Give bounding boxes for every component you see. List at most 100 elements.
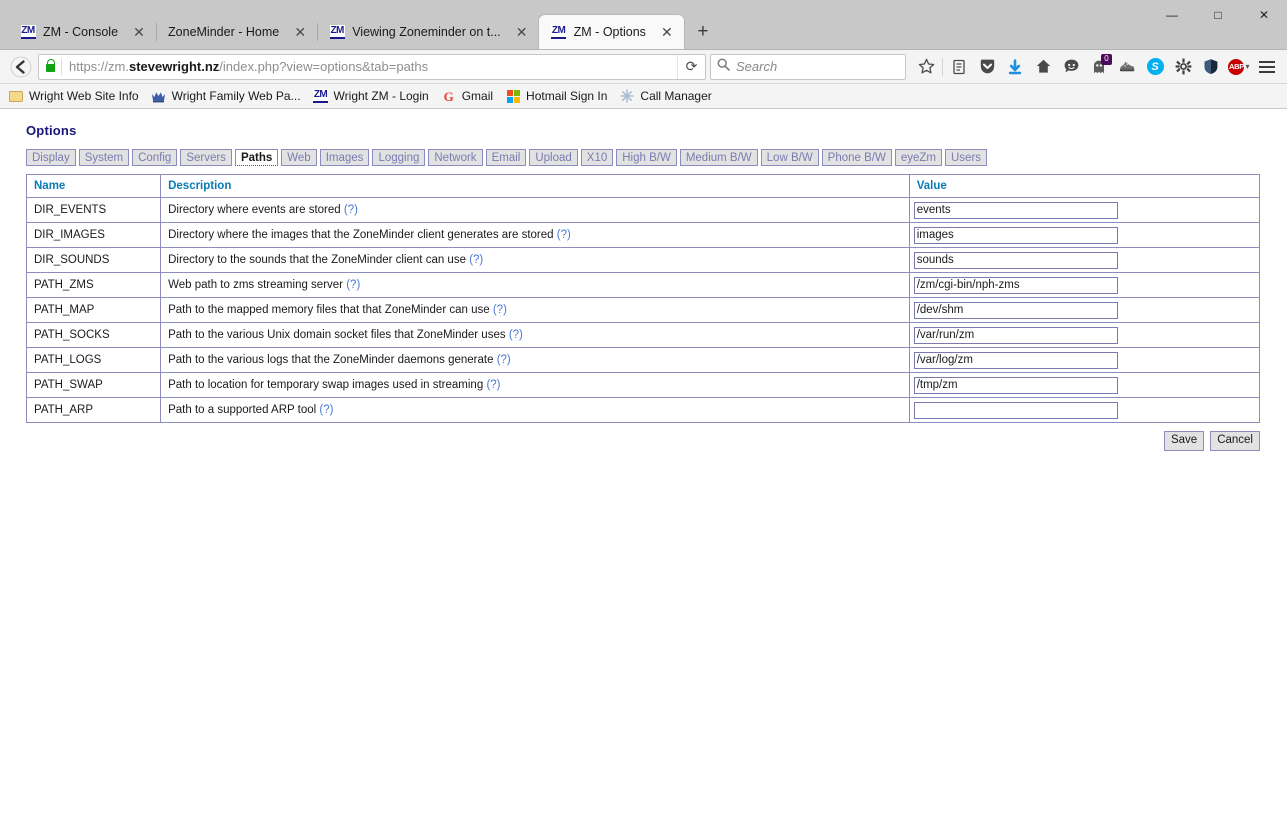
- tab-low-bw[interactable]: Low B/W: [760, 149, 819, 166]
- option-name: DIR_EVENTS: [25, 197, 162, 223]
- tab-medium-bw[interactable]: Medium B/W: [679, 149, 758, 166]
- tab-servers[interactable]: Servers: [180, 149, 232, 166]
- option-name: PATH_ZMS: [25, 272, 162, 298]
- maximize-button[interactable]: □: [1195, 0, 1241, 30]
- option-description: Path to the mapped memory files that tha…: [160, 297, 910, 323]
- reading-list-icon[interactable]: [945, 53, 973, 81]
- option-value-cell: [908, 247, 1261, 273]
- tab-paths[interactable]: Paths: [234, 149, 279, 166]
- chevron-down-icon[interactable]: ▾: [1245, 62, 1249, 71]
- home-icon[interactable]: [1029, 53, 1057, 81]
- bookmark-label: Wright Web Site Info: [29, 89, 139, 103]
- option-name: PATH_MAP: [25, 297, 162, 323]
- help-link-icon[interactable]: (?): [493, 304, 507, 316]
- value-input-path-swap[interactable]: [913, 376, 1118, 394]
- help-link-icon[interactable]: (?): [509, 329, 523, 341]
- adblock-plus-icon[interactable]: ABP ▾: [1225, 53, 1253, 81]
- settings-gear-icon[interactable]: [1169, 53, 1197, 81]
- bookmark-gmail[interactable]: G Gmail: [441, 88, 493, 104]
- cancel-button[interactable]: Cancel: [1210, 431, 1260, 451]
- value-input-dir-sounds[interactable]: [913, 251, 1118, 269]
- value-input-path-socks[interactable]: [913, 326, 1118, 344]
- menu-icon[interactable]: [1253, 53, 1281, 81]
- new-tab-button[interactable]: +: [688, 17, 718, 47]
- bookmark-star-icon[interactable]: [912, 53, 940, 81]
- browser-tab-zoneminder-home[interactable]: ZoneMinder - Home ✕: [156, 15, 317, 49]
- value-input-path-map[interactable]: [913, 301, 1118, 319]
- zoneminder-icon: ZM: [313, 88, 329, 104]
- minimize-button[interactable]: —: [1149, 0, 1195, 30]
- column-header-value: Value: [908, 174, 1261, 198]
- bookmark-wright-family-web-page[interactable]: Wright Family Web Pa...: [151, 88, 301, 104]
- folder-icon: [8, 88, 24, 104]
- close-icon[interactable]: ✕: [289, 21, 311, 43]
- option-value-cell: [908, 272, 1261, 298]
- tab-images[interactable]: Images: [319, 149, 370, 166]
- option-value-cell: [908, 322, 1261, 348]
- option-description: Path to location for temporary swap imag…: [160, 372, 910, 398]
- microsoft-icon: [505, 88, 521, 104]
- tab-x10[interactable]: X10: [580, 149, 614, 166]
- shoe-icon[interactable]: [1113, 53, 1141, 81]
- skype-icon[interactable]: S: [1141, 53, 1169, 81]
- bookmark-label: Wright Family Web Pa...: [171, 89, 301, 103]
- option-value-cell: [908, 347, 1261, 373]
- close-icon[interactable]: ✕: [128, 21, 150, 43]
- help-link-icon[interactable]: (?): [346, 279, 360, 291]
- option-description: Directory to the sounds that the ZoneMin…: [160, 247, 910, 273]
- bookmark-wright-zm-login[interactable]: ZM Wright ZM - Login: [313, 88, 429, 104]
- options-table: Name Description Value DIR_EVENTS Direct…: [25, 174, 1261, 423]
- tab-config[interactable]: Config: [132, 149, 178, 166]
- tab-high-bw[interactable]: High B/W: [616, 149, 677, 166]
- page-title: Options: [26, 123, 77, 138]
- browser-tab-zm-options[interactable]: ZM ZM - Options ✕: [538, 15, 684, 49]
- tab-logging[interactable]: Logging: [372, 149, 426, 166]
- tab-system[interactable]: System: [78, 149, 130, 166]
- close-window-button[interactable]: ✕: [1241, 0, 1287, 30]
- value-input-dir-events[interactable]: [913, 201, 1118, 219]
- pocket-icon[interactable]: [973, 53, 1001, 81]
- option-name: PATH_LOGS: [25, 347, 162, 373]
- close-icon[interactable]: ✕: [656, 21, 678, 43]
- tab-web[interactable]: Web: [281, 149, 317, 166]
- bookmark-wright-web-site-info[interactable]: Wright Web Site Info: [8, 88, 139, 104]
- help-link-icon[interactable]: (?): [469, 254, 483, 266]
- tab-network[interactable]: Network: [428, 149, 483, 166]
- help-link-icon[interactable]: (?): [557, 229, 571, 241]
- back-button[interactable]: [6, 53, 36, 81]
- search-input[interactable]: Search: [710, 53, 906, 80]
- url-domain: stevewright.nz: [128, 59, 220, 74]
- chat-icon[interactable]: [1057, 53, 1085, 81]
- help-link-icon[interactable]: (?): [497, 354, 511, 366]
- ublock-icon[interactable]: [1197, 53, 1225, 81]
- option-name: DIR_IMAGES: [25, 222, 162, 248]
- option-value-cell: [908, 397, 1261, 423]
- value-input-path-logs[interactable]: [913, 351, 1118, 369]
- value-input-dir-images[interactable]: [913, 226, 1118, 244]
- save-button[interactable]: Save: [1163, 431, 1205, 451]
- url-text: https://zm.stevewright.nz/index.php?view…: [69, 59, 677, 74]
- help-link-icon[interactable]: (?): [344, 204, 358, 216]
- tab-upload[interactable]: Upload: [529, 149, 578, 166]
- tab-eyezm[interactable]: eyeZm: [894, 149, 942, 166]
- help-link-icon[interactable]: (?): [319, 404, 333, 416]
- tab-users[interactable]: Users: [945, 149, 988, 166]
- bookmark-hotmail-sign-in[interactable]: Hotmail Sign In: [505, 88, 607, 104]
- address-bar[interactable]: https://zm.stevewright.nz/index.php?view…: [38, 53, 706, 80]
- ghostery-icon[interactable]: 0: [1085, 53, 1113, 81]
- help-link-icon[interactable]: (?): [486, 379, 500, 391]
- browser-tab-viewing-zoneminder[interactable]: ZM Viewing Zoneminder on t... ✕: [317, 15, 538, 49]
- value-input-path-zms[interactable]: [913, 276, 1118, 294]
- tab-email[interactable]: Email: [485, 149, 527, 166]
- reload-icon[interactable]: ⟳: [677, 54, 705, 79]
- tab-display[interactable]: Display: [26, 149, 76, 166]
- browser-tab-zm-console[interactable]: ZM ZM - Console ✕: [8, 15, 156, 49]
- close-icon[interactable]: ✕: [511, 21, 533, 43]
- value-input-path-arp[interactable]: [913, 401, 1118, 419]
- bookmark-call-manager[interactable]: Call Manager: [619, 88, 712, 104]
- option-description: Directory where the images that the Zone…: [160, 222, 910, 248]
- description-text: Directory to the sounds that the ZoneMin…: [168, 254, 466, 266]
- url-path: /index.php?view=options&tab=paths: [219, 59, 429, 74]
- tab-phone-bw[interactable]: Phone B/W: [821, 149, 892, 166]
- downloads-icon[interactable]: [1001, 53, 1029, 81]
